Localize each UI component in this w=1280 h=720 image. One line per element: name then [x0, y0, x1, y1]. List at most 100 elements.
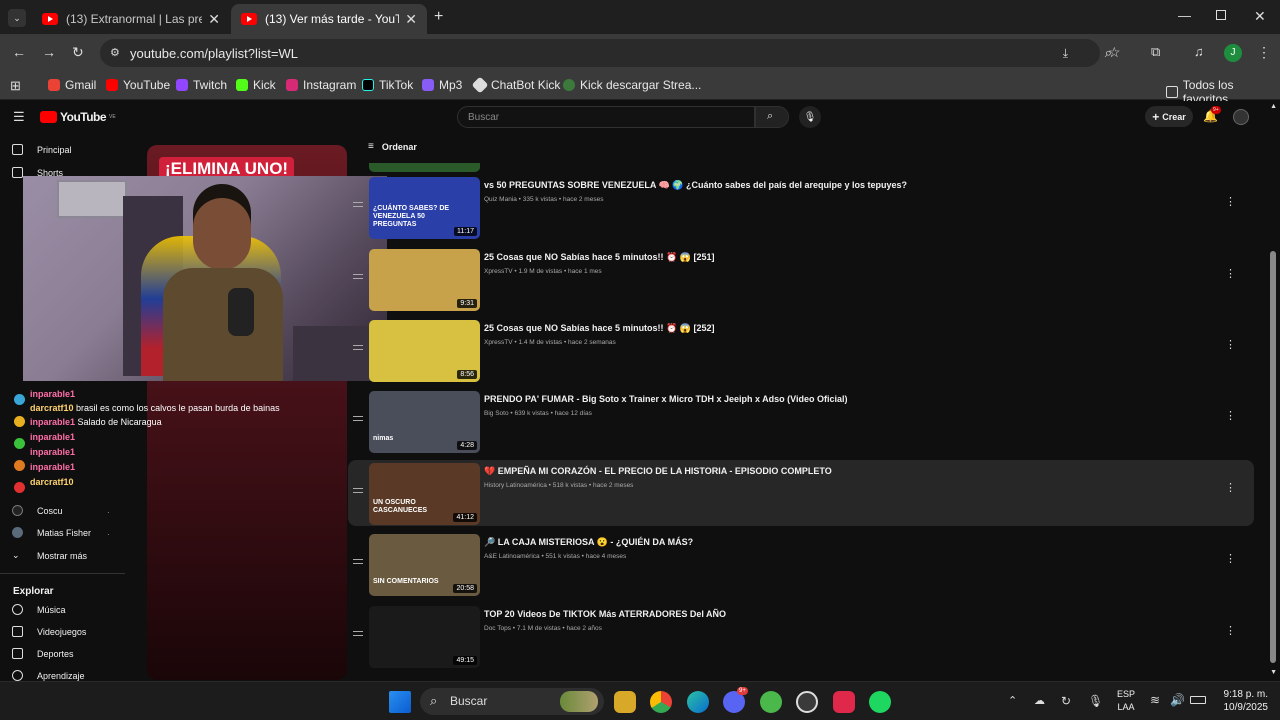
drag-handle-icon[interactable] [353, 345, 363, 350]
more-options-icon[interactable]: ⋮ [1225, 483, 1236, 494]
scroll-down-icon[interactable]: ▼ [1270, 669, 1277, 676]
drag-handle-icon[interactable] [353, 416, 363, 421]
video-thumbnail[interactable]: ¿CUÁNTO SABES? DE VENEZUELA 50 PREGUNTAS… [369, 177, 480, 239]
list-item[interactable]: nimas 4:28 PRENDO PA' FUMAR - Big Soto x T… [348, 388, 1254, 454]
close-window-icon[interactable]: ✕ [1254, 8, 1266, 25]
bookmark-mp3[interactable]: Mp3 [422, 78, 462, 92]
list-item[interactable]: SIN COMENTARIOS 20:58 🔎 LA CAJA MISTERIOSA… [348, 531, 1254, 597]
drag-handle-icon[interactable] [353, 631, 363, 636]
restore-icon[interactable] [1216, 10, 1226, 20]
scrollbar[interactable] [1270, 251, 1276, 663]
video-thumbnail[interactable]: 8:56 [369, 320, 480, 382]
channel-name[interactable]: History Latinoamérica [484, 482, 547, 489]
channel-name[interactable]: XpressTV [484, 268, 513, 275]
drag-handle-icon[interactable] [353, 488, 363, 493]
youtube-logo[interactable]: YouTube VE [40, 110, 116, 124]
create-button[interactable]: + Crear [1145, 106, 1193, 127]
partial-thumbnail[interactable] [369, 163, 480, 172]
more-options-icon[interactable]: ⋮ [1225, 554, 1236, 565]
chrome-icon[interactable] [650, 691, 672, 713]
bookmark-kick[interactable]: Kick [236, 78, 276, 92]
voice-search-button[interactable]: 🎙 [799, 106, 821, 128]
sidebar-item-deportes[interactable]: Deportes [12, 648, 74, 659]
forward-icon[interactable]: → [42, 44, 56, 60]
onedrive-icon[interactable]: ☁ [1034, 694, 1045, 707]
edge-icon[interactable] [687, 691, 709, 713]
sidebar-item-musica[interactable]: Música [12, 604, 66, 615]
reload-icon[interactable]: ↻ [72, 44, 84, 61]
tab-watch-later[interactable]: (13) Ver más tarde - YouTube ✕ [231, 4, 427, 34]
channel-name[interactable]: XpressTV [484, 339, 513, 346]
video-thumbnail[interactable]: 9:31 [369, 249, 480, 311]
file-explorer-icon[interactable] [614, 691, 636, 713]
spotify-icon[interactable] [869, 691, 891, 713]
tab-search-icon[interactable]: ⌄ [8, 9, 26, 27]
bookmark-instagram[interactable]: Instagram [286, 78, 356, 92]
video-title[interactable]: TOP 20 Videos De TIKTOK Más ATERRADORES … [484, 609, 726, 619]
profile-avatar[interactable]: J [1224, 44, 1242, 62]
channel-name[interactable]: Quiz Mania [484, 196, 517, 203]
chevron-up-icon[interactable]: ⌃ [1008, 694, 1017, 707]
address-bar[interactable]: ⚙ youtube.com/playlist?list=WL ⤓ ⌕ [100, 39, 1112, 67]
close-tab-icon[interactable]: ✕ [208, 11, 220, 28]
video-thumbnail[interactable]: nimas 4:28 [369, 391, 480, 453]
tab-extranormal[interactable]: (13) Extranormal | Las presencia ✕ [32, 4, 230, 34]
more-options-icon[interactable]: ⋮ [1225, 411, 1236, 422]
back-icon[interactable]: ← [12, 44, 26, 60]
video-thumbnail[interactable]: SIN COMENTARIOS 20:58 [369, 534, 480, 596]
scroll-up-icon[interactable]: ▲ [1270, 103, 1277, 110]
sidebar-show-more[interactable]: ⌄ Mostrar más [12, 550, 87, 561]
list-item[interactable]: 8:56 25 Cosas que NO Sabías hace 5 minuto… [348, 317, 1254, 383]
more-options-icon[interactable]: ⋮ [1225, 197, 1236, 208]
taskbar-search[interactable]: ⌕ Buscar [420, 688, 604, 715]
new-tab-icon[interactable]: + [434, 8, 443, 26]
channel-name[interactable]: A&E Latinoamérica [484, 553, 540, 560]
sidebar-item-matias-fisher[interactable]: Matias Fisher [12, 527, 91, 538]
sidebar-item-coscu[interactable]: Coscu [12, 505, 63, 516]
drag-handle-icon[interactable] [353, 559, 363, 564]
more-options-icon[interactable]: ⋮ [1225, 626, 1236, 637]
bookmark-tiktok[interactable]: TikTok [362, 78, 413, 92]
minimize-icon[interactable]: — [1178, 8, 1191, 23]
app-icon[interactable] [760, 691, 782, 713]
more-options-icon[interactable]: ⋮ [1225, 269, 1236, 280]
video-thumbnail[interactable]: UN OSCURO CASCANUECES 41:12 [369, 463, 480, 525]
video-title[interactable]: PRENDO PA' FUMAR - Big Soto x Trainer x … [484, 394, 848, 404]
close-tab-icon[interactable]: ✕ [405, 11, 417, 28]
drag-handle-icon[interactable] [353, 202, 363, 207]
bookmark-gmail[interactable]: Gmail [48, 78, 96, 92]
list-item[interactable]: 9:31 25 Cosas que NO Sabías hace 5 minuto… [348, 246, 1254, 312]
search-input[interactable]: Buscar [457, 106, 755, 128]
sidebar-item-principal[interactable]: Principal [12, 144, 72, 155]
site-info-icon[interactable]: ⚙ [110, 46, 120, 59]
obs-icon[interactable] [796, 691, 818, 713]
media-control-icon[interactable]: ♫ [1194, 44, 1204, 59]
tiktok-live-icon[interactable] [833, 691, 855, 713]
bookmark-chatbot-kick[interactable]: ChatBot Kick [471, 76, 560, 94]
clock[interactable]: 9:18 p. m. 10/9/2025 [1212, 688, 1269, 714]
bookmark-twitch[interactable]: Twitch [176, 78, 227, 92]
install-app-icon[interactable]: ⤓ [1063, 46, 1068, 61]
extensions-icon[interactable]: ⧉ [1151, 44, 1160, 60]
wifi-icon[interactable]: ≋ [1150, 693, 1160, 707]
apps-icon[interactable]: ⊞ [10, 78, 21, 94]
video-thumbnail[interactable]: 49:15 [369, 606, 480, 668]
language-indicator[interactable]: ESP LAA [1117, 688, 1135, 714]
video-title[interactable]: vs 50 PREGUNTAS SOBRE VENEZUELA 🧠 🌍 ¿Cuá… [484, 180, 907, 191]
account-avatar[interactable] [1233, 109, 1249, 125]
list-item[interactable]: UN OSCURO CASCANUECES 41:12 💔 EMPEÑA MI CO… [348, 460, 1254, 526]
hamburger-menu-icon[interactable]: ☰ [13, 109, 25, 125]
volume-icon[interactable]: 🔊 [1170, 693, 1185, 707]
list-item[interactable]: ¿CUÁNTO SABES? DE VENEZUELA 50 PREGUNTAS… [348, 174, 1254, 240]
bookmark-youtube[interactable]: YouTube [106, 78, 170, 92]
video-title[interactable]: 💔 EMPEÑA MI CORAZÓN - EL PRECIO DE LA HI… [484, 466, 832, 477]
sync-icon[interactable]: ↻ [1061, 694, 1071, 708]
video-title[interactable]: 25 Cosas que NO Sabías hace 5 minutos!! … [484, 252, 714, 263]
video-title[interactable]: 25 Cosas que NO Sabías hace 5 minutos!! … [484, 323, 714, 334]
channel-name[interactable]: Doc Tops [484, 625, 511, 632]
sidebar-item-videojuegos[interactable]: Videojuegos [12, 626, 86, 637]
sort-button[interactable]: ≡ Ordenar [368, 141, 417, 152]
more-options-icon[interactable]: ⋮ [1225, 340, 1236, 351]
video-title[interactable]: 🔎 LA CAJA MISTERIOSA 😮 - ¿QUIÉN DA MÁS? [484, 537, 693, 548]
search-button[interactable]: ⌕ [755, 106, 789, 128]
